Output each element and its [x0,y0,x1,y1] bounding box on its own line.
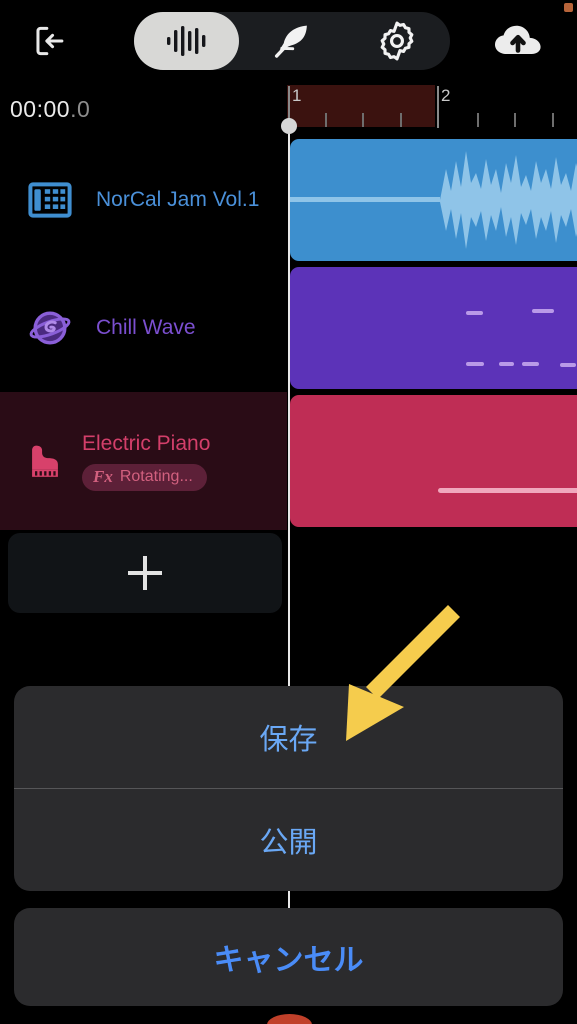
track-lane[interactable] [287,136,577,264]
track-header[interactable]: Chill Wave [0,264,287,392]
track-name: Electric Piano [82,431,211,455]
gear-icon [380,21,414,61]
exit-icon [36,26,64,56]
track-header-text: Electric Piano Fx Rotating... [82,431,211,492]
upload-button[interactable] [487,17,549,65]
feather-icon [274,25,307,58]
waveform-graphic [290,151,577,249]
track-lane[interactable] [287,264,577,392]
view-mode-segmented-control [134,12,450,70]
timecode-display[interactable]: 00:00.0 [10,96,90,123]
action-sheet-item-publish[interactable]: 公開 [14,789,563,891]
track-lane[interactable] [287,392,577,530]
track-header[interactable]: NorCal Jam Vol.1 [0,136,287,264]
track-name: Chill Wave [96,315,196,339]
ruler-tick [477,113,479,127]
track-header[interactable]: Electric Piano Fx Rotating... [0,392,287,530]
fx-badge[interactable]: Fx Rotating... [82,464,207,492]
add-track-button[interactable] [8,533,282,613]
cloud-upload-icon [495,25,541,54]
timeline-ruler[interactable]: 1 2 [287,82,577,136]
cycle-region[interactable] [287,85,435,127]
action-sheet: 保存 公開 [14,686,563,891]
ruler-tick [400,113,402,127]
ruler-tick [552,113,554,127]
ruler-tick [362,113,364,127]
record-button[interactable] [267,1014,312,1024]
plus-icon [128,556,162,590]
fx-tag: Fx [93,467,113,487]
bar-line-2 [437,86,439,128]
bar-number-2: 2 [441,86,451,105]
app-root: 00:00.0 1 2 NorCal Jam Vol.1 Chill Wave … [0,0,577,1024]
midi-clip[interactable] [290,267,577,389]
playhead-handle[interactable] [281,118,297,134]
timecode-main: 00:00 [10,96,71,122]
midi-notes-graphic [466,309,576,367]
fx-label: Rotating... [119,468,193,486]
tab-notes[interactable] [239,12,344,70]
tab-settings[interactable] [345,12,450,70]
exit-project-button[interactable] [22,17,78,65]
waveform-icon [166,26,206,56]
track-name: NorCal Jam Vol.1 [96,187,260,211]
top-toolbar [0,0,577,82]
midi-notes-graphic [438,488,577,493]
ruler-tick [325,113,327,127]
drum-machine-icon [18,168,82,232]
grand-piano-icon [18,429,82,493]
tab-tracks[interactable] [134,12,240,70]
ruler-tick [514,113,516,127]
action-sheet-cancel-button[interactable]: キャンセル [14,908,563,1006]
audio-clip[interactable] [290,139,577,261]
status-corner-dot [564,3,573,12]
bar-number-1: 1 [292,86,302,105]
action-sheet-item-save[interactable]: 保存 [14,686,563,788]
timecode-fraction: .0 [70,96,91,122]
synth-planet-icon [18,296,82,360]
midi-clip[interactable] [290,395,577,527]
